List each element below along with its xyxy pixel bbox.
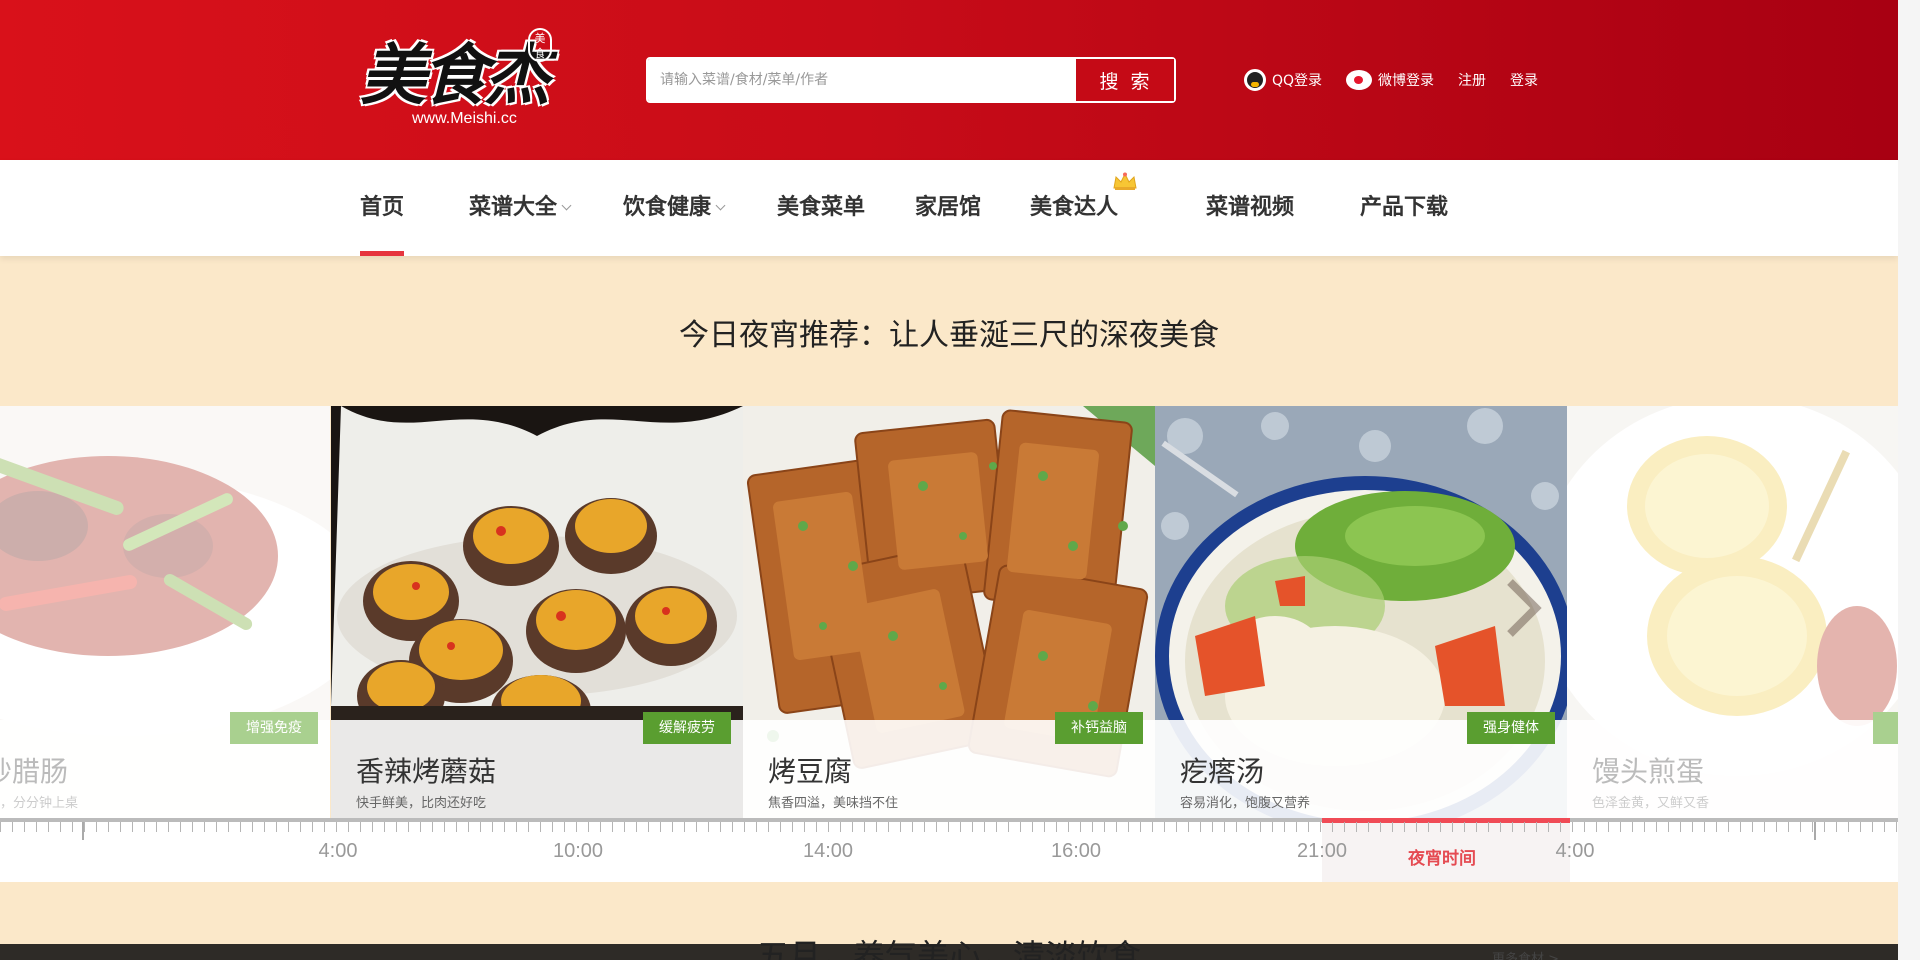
more-ingredients-link[interactable]: 更多食材 > bbox=[1492, 948, 1559, 960]
nav-item-experts[interactable]: 美食达人 bbox=[1030, 160, 1118, 256]
timeline-label[interactable]: 4:00 bbox=[319, 840, 358, 863]
timeline-label[interactable]: 21:00 bbox=[1297, 840, 1347, 863]
qq-login-link[interactable]: QQ登录 bbox=[1244, 69, 1322, 91]
recipe-desc: ，分分钟上桌 bbox=[0, 796, 79, 811]
recipe-card[interactable]: 缓解疲劳 香辣烤蘑菇 快手鲜美，比肉还好吃 bbox=[331, 406, 743, 818]
search-button[interactable]: 搜 索 bbox=[1078, 59, 1174, 101]
nav-item-health[interactable]: 饮食健康 bbox=[623, 160, 726, 256]
recipe-desc: 容易消化，饱腹又营养 bbox=[1180, 796, 1311, 811]
nav-item-label: 菜谱大全 bbox=[469, 195, 558, 220]
recipe-card[interactable]: 增强免疫 炒腊肠 ，分分钟上桌 bbox=[0, 406, 330, 818]
recipe-name: 炒腊肠 bbox=[0, 755, 69, 788]
nav-item-videos[interactable]: 菜谱视频 bbox=[1206, 160, 1294, 256]
logo-seal: 美食 bbox=[528, 28, 552, 62]
timeline-label[interactable]: 4:00 bbox=[1556, 840, 1595, 863]
nav-item-label: 美食菜单 bbox=[777, 195, 866, 220]
main-nav: 首页 菜谱大全 饮食健康 美食菜单 家居馆 美食达人 菜谱视频 产品下载 bbox=[0, 160, 1898, 256]
recipe-name: 疙瘩汤 bbox=[1180, 755, 1265, 788]
logo[interactable]: 美食杰 美食 www.Meishi.cc bbox=[360, 22, 560, 134]
card-info: 补钙益脑 烤豆腐 焦香四溢，美味挡不住 bbox=[743, 712, 1155, 818]
chevron-down-icon bbox=[715, 200, 726, 211]
health-tag: 强身健体 bbox=[1467, 712, 1555, 744]
crown-icon bbox=[1113, 172, 1137, 190]
carousel-next-arrow-icon[interactable] bbox=[1502, 576, 1546, 640]
scrollbar-gutter[interactable] bbox=[1898, 0, 1920, 960]
nav-item-recipes[interactable]: 菜谱大全 bbox=[469, 160, 572, 256]
nav-item-label: 家居馆 bbox=[915, 195, 982, 220]
next-section-title: 五月，养气美心，清淡饮食 bbox=[756, 937, 1141, 960]
weibo-icon bbox=[1346, 70, 1373, 90]
recipe-card[interactable]: 补钙益脑 烤豆腐 焦香四溢，美味挡不住 bbox=[743, 406, 1155, 818]
nav-item-menus[interactable]: 美食菜单 bbox=[777, 160, 865, 256]
card-info: 强身健体 疙瘩汤 容易消化，饱腹又营养 bbox=[1155, 712, 1567, 818]
nav-item-label: 首页 bbox=[360, 195, 405, 220]
page: 美食杰 美食 www.Meishi.cc 搜 索 QQ登录 微博登录 注册 登录… bbox=[0, 0, 1898, 960]
nav-item-label: 菜谱视频 bbox=[1206, 195, 1295, 220]
nav-item-home[interactable]: 首页 bbox=[360, 160, 405, 256]
health-tag: 补钙益脑 bbox=[1055, 712, 1143, 744]
recipe-carousel: 增强免疫 炒腊肠 ，分分钟上桌 bbox=[0, 406, 1898, 818]
search-box: 搜 索 bbox=[646, 57, 1176, 103]
recipe-desc: 快手鲜美，比肉还好吃 bbox=[356, 796, 487, 811]
register-link[interactable]: 注册 bbox=[1458, 70, 1486, 90]
recipe-card[interactable]: 馒头煎蛋 色泽金黄，又鲜又香 bbox=[1567, 406, 1898, 818]
chevron-down-icon bbox=[561, 200, 572, 211]
timeline-major-tick bbox=[82, 822, 84, 840]
search-input[interactable] bbox=[648, 59, 1076, 101]
nav-item-label: 美食达人 bbox=[1030, 195, 1119, 220]
health-tag bbox=[1873, 712, 1898, 744]
logo-url: www.Meishi.cc bbox=[412, 110, 517, 127]
timeline-major-tick bbox=[1814, 822, 1816, 840]
section-title: 今日夜宵推荐：让人垂涎三尺的深夜美食 bbox=[679, 318, 1219, 353]
logo-text: 美食杰 bbox=[360, 36, 550, 114]
nav-item-home-store[interactable]: 家居馆 bbox=[915, 160, 981, 256]
time-slider[interactable]: 4:00 10:00 14:00 16:00 21:00 夜宵时间 4:00 bbox=[0, 818, 1898, 882]
recipe-name: 烤豆腐 bbox=[768, 755, 853, 788]
header: 美食杰 美食 www.Meishi.cc 搜 索 QQ登录 微博登录 注册 登录 bbox=[0, 0, 1898, 160]
card-info: 缓解疲劳 香辣烤蘑菇 快手鲜美，比肉还好吃 bbox=[331, 712, 743, 818]
qq-icon bbox=[1244, 69, 1266, 91]
recipe-name: 香辣烤蘑菇 bbox=[356, 755, 497, 788]
user-links: QQ登录 微博登录 注册 登录 bbox=[1244, 66, 1562, 94]
login-link[interactable]: 登录 bbox=[1510, 70, 1538, 90]
card-info: 增强免疫 炒腊肠 ，分分钟上桌 bbox=[0, 712, 330, 818]
recipe-desc: 色泽金黄，又鲜又香 bbox=[1592, 796, 1710, 811]
weibo-login-label: 微博登录 bbox=[1378, 73, 1435, 89]
nav-item-download[interactable]: 产品下载 bbox=[1360, 160, 1448, 256]
health-tag: 增强免疫 bbox=[230, 712, 318, 744]
recipe-desc: 焦香四溢，美味挡不住 bbox=[768, 796, 899, 811]
nav-item-label: 产品下载 bbox=[1360, 195, 1449, 220]
recipe-name: 馒头煎蛋 bbox=[1592, 755, 1705, 788]
timeline-ticks bbox=[0, 822, 1898, 832]
timeline-label[interactable]: 16:00 bbox=[1051, 840, 1101, 863]
qq-login-label: QQ登录 bbox=[1272, 73, 1323, 89]
health-tag: 缓解疲劳 bbox=[643, 712, 731, 744]
card-info: 馒头煎蛋 色泽金黄，又鲜又香 bbox=[1567, 712, 1898, 818]
timeline-label[interactable]: 14:00 bbox=[803, 840, 853, 863]
weibo-login-link[interactable]: 微博登录 bbox=[1346, 70, 1434, 90]
nav-item-label: 饮食健康 bbox=[623, 195, 712, 220]
timeline-label[interactable]: 10:00 bbox=[553, 840, 603, 863]
night-time-label[interactable]: 夜宵时间 bbox=[1408, 844, 1476, 869]
